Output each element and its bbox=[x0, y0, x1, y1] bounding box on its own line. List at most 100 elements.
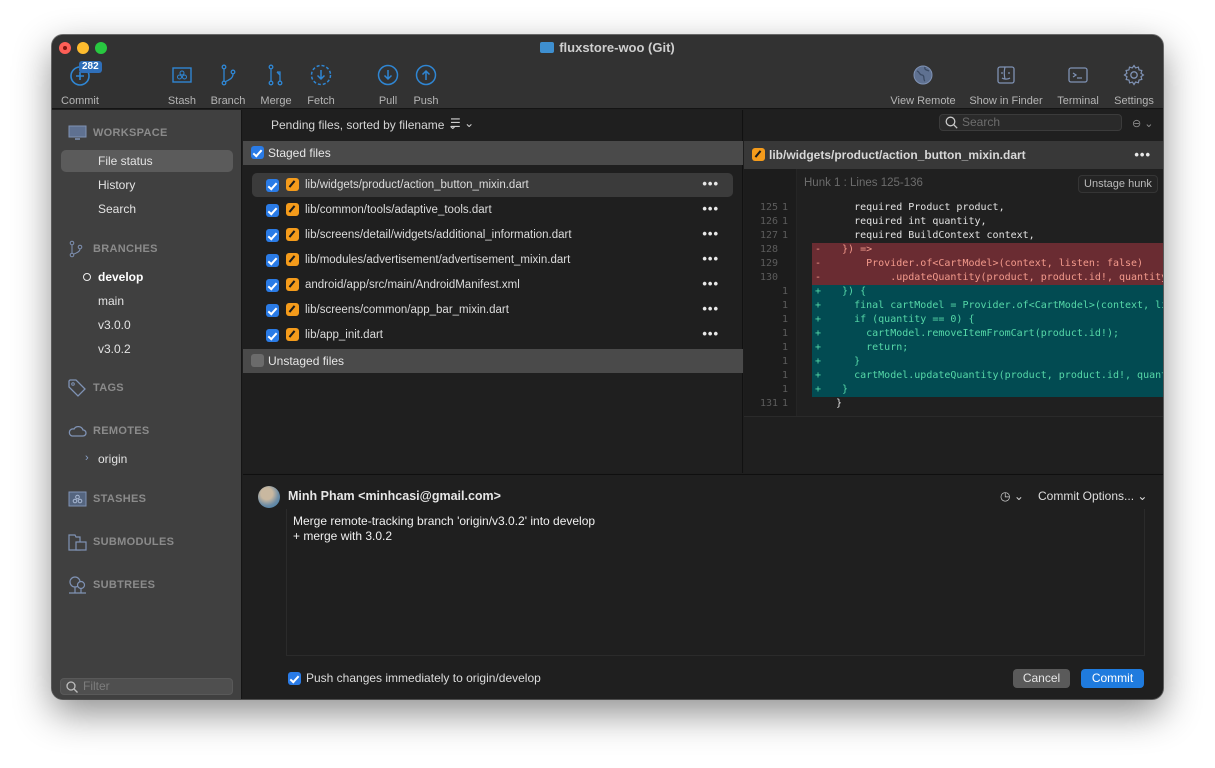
file-row[interactable]: lib/screens/detail/widgets/additional_in… bbox=[252, 223, 733, 247]
unstaged-all-checkbox[interactable] bbox=[251, 354, 264, 367]
file-stage-checkbox[interactable] bbox=[266, 179, 279, 192]
file-more-button[interactable]: ••• bbox=[702, 297, 719, 321]
file-more-button[interactable]: ••• bbox=[702, 322, 719, 346]
new-line-number: 1 bbox=[782, 286, 789, 297]
file-row[interactable]: lib/app_init.dart ••• bbox=[252, 323, 733, 347]
commit-message-input[interactable]: Merge remote-tracking branch 'origin/v3.… bbox=[286, 509, 1145, 656]
code-text: cartModel.updateQuantity(product, produc… bbox=[830, 370, 1163, 381]
sidebar-branch-main[interactable]: main bbox=[61, 290, 233, 312]
file-more-button[interactable]: ••• bbox=[702, 222, 719, 246]
context-line[interactable]: 127 1 required BuildContext context, bbox=[744, 229, 1163, 243]
file-more-button[interactable]: ••• bbox=[702, 172, 719, 196]
file-path: lib/app_init.dart bbox=[305, 329, 383, 341]
commit-options-dropdown[interactable]: Commit Options... ⌄ bbox=[1038, 489, 1147, 503]
file-stage-checkbox[interactable] bbox=[266, 304, 279, 317]
push-label: Push bbox=[413, 95, 439, 107]
branches-section-header[interactable]: BRANCHES bbox=[68, 239, 158, 259]
merge-button[interactable]: Merge bbox=[258, 63, 294, 107]
cancel-button[interactable]: Cancel bbox=[1013, 669, 1070, 688]
terminal-icon bbox=[1068, 67, 1088, 83]
file-row[interactable]: lib/screens/common/app_bar_mixin.dart ••• bbox=[252, 298, 733, 322]
tree-icon bbox=[69, 576, 86, 594]
stash-icon bbox=[172, 67, 192, 83]
sidebar-branch-v3-0-2[interactable]: v3.0.2 bbox=[61, 338, 233, 360]
context-line[interactable]: 126 1 required int quantity, bbox=[744, 215, 1163, 229]
added-line[interactable]: 1 + final cartModel = Provider.of<CartMod… bbox=[744, 299, 1163, 313]
push-button[interactable]: Push bbox=[411, 63, 441, 107]
file-stage-checkbox[interactable] bbox=[266, 329, 279, 342]
deleted-line[interactable]: 129 - Provider.of<CartModel>(context, lis… bbox=[744, 257, 1163, 271]
fetch-button[interactable]: Fetch bbox=[305, 63, 337, 107]
file-row[interactable]: android/app/src/main/AndroidManifest.xml… bbox=[252, 273, 733, 297]
unstaged-files-label: Unstaged files bbox=[268, 354, 345, 368]
chevron-right-icon[interactable]: › bbox=[85, 447, 89, 469]
submodules-section-header[interactable]: SUBMODULES bbox=[68, 532, 174, 552]
merge-icon bbox=[268, 64, 283, 86]
push-immediately-label[interactable]: Push changes immediately to origin/devel… bbox=[306, 671, 541, 685]
tags-section-header[interactable]: TAGS bbox=[68, 378, 124, 398]
added-line[interactable]: 1 + return; bbox=[744, 341, 1163, 355]
terminal-button[interactable]: Terminal bbox=[1055, 63, 1101, 107]
branch-button[interactable]: Branch bbox=[210, 63, 246, 107]
commit-button[interactable]: Commit bbox=[1081, 669, 1144, 688]
commit-toolbar-button[interactable]: 282 Commit bbox=[61, 61, 102, 107]
remotes-section-header[interactable]: REMOTES bbox=[68, 421, 150, 441]
workspace-section-header[interactable]: WORKSPACE bbox=[68, 123, 168, 143]
added-line[interactable]: 1 + } bbox=[744, 355, 1163, 369]
old-line-number: 125 bbox=[759, 202, 778, 213]
file-more-button[interactable]: ••• bbox=[702, 197, 719, 221]
commit-history-dropdown[interactable]: ◷ ⌄ bbox=[1000, 489, 1024, 503]
diff-marker: + bbox=[815, 314, 822, 325]
settings-button[interactable]: Settings bbox=[1112, 63, 1156, 107]
view-remote-button[interactable]: View Remote bbox=[890, 63, 956, 107]
file-row[interactable]: lib/common/tools/adaptive_tools.dart ••• bbox=[252, 198, 733, 222]
diff-search-input[interactable]: Search bbox=[939, 114, 1122, 131]
tag-icon bbox=[68, 379, 86, 397]
file-stage-checkbox[interactable] bbox=[266, 204, 279, 217]
view-mode-dropdown[interactable]: ☰ ⌄ bbox=[450, 116, 474, 130]
file-path: lib/widgets/product/action_button_mixin.… bbox=[305, 179, 529, 191]
push-immediately-checkbox[interactable] bbox=[288, 672, 301, 685]
pending-files-panel: Pending files, sorted by filename ⌄ ☰ ⌄ … bbox=[243, 110, 743, 473]
deleted-line[interactable]: 128 - }) => bbox=[744, 243, 1163, 257]
push-icon bbox=[415, 64, 437, 86]
context-line[interactable]: 125 1 required Product product, bbox=[744, 201, 1163, 215]
stashes-header-label: STASHES bbox=[93, 493, 147, 505]
show-in-finder-button[interactable]: Show in Finder bbox=[969, 63, 1043, 107]
file-stage-checkbox[interactable] bbox=[266, 254, 279, 267]
sort-mode-dropdown[interactable]: Pending files, sorted by filename ⌄ bbox=[271, 118, 458, 132]
stash-button[interactable]: Stash bbox=[166, 63, 198, 107]
sidebar-branch-v3-0-0[interactable]: v3.0.0 bbox=[61, 314, 233, 336]
stage-all-checkbox[interactable] bbox=[251, 146, 264, 159]
unstage-hunk-button[interactable]: Unstage hunk bbox=[1078, 175, 1158, 193]
deleted-line[interactable]: 130 - .updateQuantity(product, product.id… bbox=[744, 271, 1163, 285]
file-row[interactable]: lib/modules/advertisement/advertisement_… bbox=[252, 248, 733, 272]
sidebar-filter-input[interactable]: Filter bbox=[60, 678, 233, 695]
modified-file-icon bbox=[286, 253, 299, 266]
diff-options-dropdown[interactable]: ⊖ ⌄ bbox=[1132, 117, 1154, 130]
file-stage-checkbox[interactable] bbox=[266, 229, 279, 242]
branch-label: Branch bbox=[210, 95, 246, 107]
branch-icon bbox=[69, 240, 83, 258]
files-toolbar: Pending files, sorted by filename ⌄ ☰ ⌄ bbox=[243, 110, 742, 140]
file-more-button[interactable]: ••• bbox=[702, 272, 719, 296]
added-line[interactable]: 1 + cartModel.removeItemFromCart(product.… bbox=[744, 327, 1163, 341]
sidebar-item-history[interactable]: History bbox=[61, 174, 233, 196]
stashes-section-header[interactable]: STASHES bbox=[68, 489, 146, 509]
added-line[interactable]: 1 + } bbox=[744, 383, 1163, 397]
file-more-button[interactable]: ••• bbox=[702, 247, 719, 271]
diff-marker: - bbox=[815, 258, 822, 269]
added-line[interactable]: 1 + }) { bbox=[744, 285, 1163, 299]
diff-file-more-button[interactable]: ••• bbox=[1134, 141, 1151, 169]
file-row[interactable]: lib/widgets/product/action_button_mixin.… bbox=[252, 173, 733, 197]
sidebar-item-file-status[interactable]: File status bbox=[61, 150, 233, 172]
sidebar-remote-origin[interactable]: › origin bbox=[61, 448, 233, 470]
sidebar-item-search[interactable]: Search bbox=[61, 198, 233, 220]
file-stage-checkbox[interactable] bbox=[266, 279, 279, 292]
added-line[interactable]: 1 + cartModel.updateQuantity(product, pro… bbox=[744, 369, 1163, 383]
context-line[interactable]: 131 1 } bbox=[744, 397, 1163, 411]
added-line[interactable]: 1 + if (quantity == 0) { bbox=[744, 313, 1163, 327]
subtrees-section-header[interactable]: SUBTREES bbox=[68, 575, 155, 595]
pull-button[interactable]: Pull bbox=[374, 63, 402, 107]
sidebar-branch-develop[interactable]: develop bbox=[61, 266, 233, 288]
